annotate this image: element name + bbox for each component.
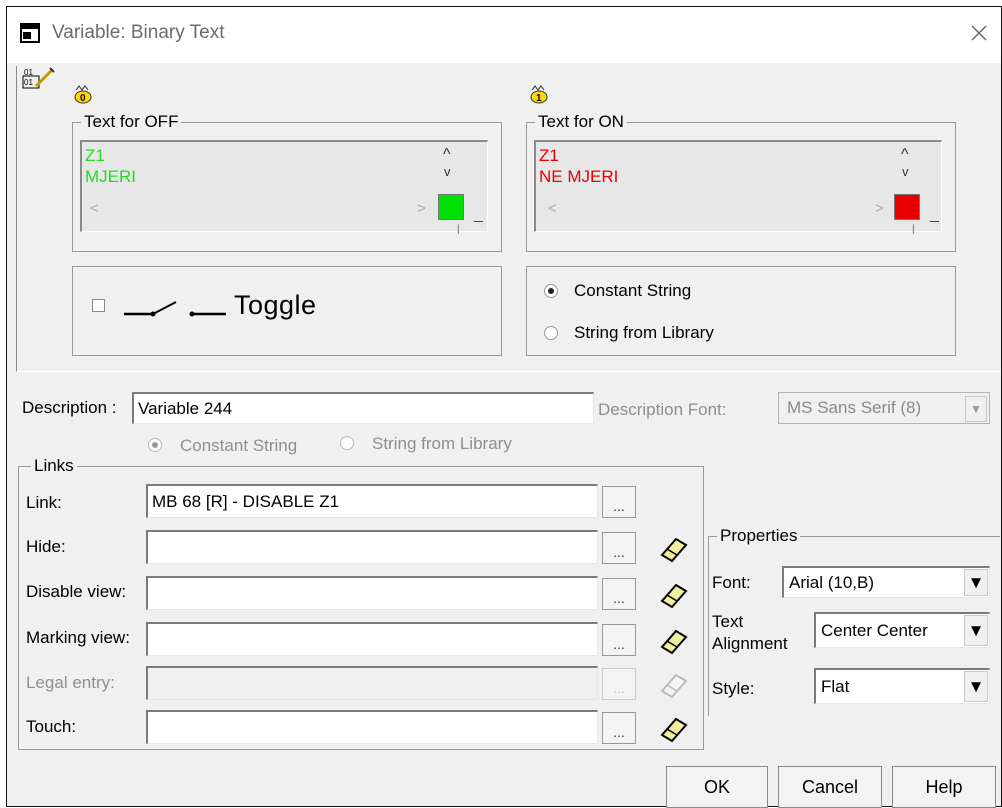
hide-label: Hide: (26, 537, 66, 556)
switch-symbol-icon (124, 301, 226, 317)
toggle-checkbox[interactable] (92, 299, 105, 312)
desc-library-label: String from Library (372, 434, 512, 453)
eraser-icon[interactable] (656, 533, 690, 563)
marking-view-label: Marking view: (26, 628, 130, 647)
desc-constant-label: Constant String (180, 436, 298, 455)
font-label: Font: (712, 573, 751, 592)
edit-binary-icon[interactable]: 01 01 (22, 66, 56, 94)
chevron-down-icon[interactable]: ▼ (964, 671, 988, 702)
svg-text:1: 1 (536, 93, 542, 104)
svg-text:0: 0 (80, 93, 86, 104)
cancel-button[interactable]: Cancel (778, 766, 882, 808)
ok-button[interactable]: OK (666, 766, 768, 808)
font-value: Arial (10,B) (789, 572, 875, 592)
scroll-up-icon[interactable]: ^ (443, 146, 451, 164)
disable-view-input[interactable] (146, 576, 598, 610)
off-color-swatch[interactable] (438, 194, 464, 220)
scroll-down-icon[interactable]: v (902, 164, 909, 179)
off-text-legend: Text for OFF (84, 112, 179, 131)
chevron-down-icon: ▼ (965, 396, 987, 422)
marking-view-input[interactable] (146, 622, 598, 656)
eraser-icon[interactable] (656, 625, 690, 655)
legal-entry-browse-button: ... (602, 668, 636, 700)
style-label: Style: (712, 679, 755, 698)
description-font-label: Description Font: (598, 400, 727, 419)
marking-view-browse-button[interactable]: ... (602, 624, 636, 656)
description-font-select: MS Sans Serif (8) ▼ (778, 392, 990, 424)
hide-input[interactable] (146, 530, 598, 564)
desc-library-radio (340, 436, 354, 450)
hide-browse-button[interactable]: ... (602, 532, 636, 564)
properties-legend: Properties (720, 526, 798, 545)
off-text-line-1: Z1 (85, 146, 105, 165)
constant-string-label: Constant String (574, 281, 692, 300)
link-label: Link: (26, 493, 62, 512)
legal-entry-label: Legal entry: (26, 673, 115, 692)
eraser-icon[interactable] (656, 713, 690, 743)
eraser-icon[interactable] (656, 579, 690, 609)
text-alignment-value: Center Center (821, 620, 928, 640)
eraser-icon (660, 673, 688, 699)
touch-label: Touch: (26, 717, 77, 736)
touch-browse-button[interactable]: ... (602, 712, 636, 744)
svg-text:01: 01 (24, 78, 33, 87)
library-string-label: String from Library (574, 323, 714, 342)
text-alignment-select[interactable]: Center Center ▼ (814, 612, 990, 648)
on-text-line-2: NE MJERI (539, 167, 619, 186)
disable-view-label: Disable view: (26, 582, 127, 601)
off-text-line-2: MJERI (85, 167, 136, 186)
help-button[interactable]: Help (892, 766, 996, 808)
close-icon[interactable] (966, 20, 992, 46)
legal-entry-input (146, 666, 598, 700)
off-text-box[interactable]: Z1 MJERI ^ v < > _ | (80, 140, 488, 235)
toggle-label: Toggle (234, 290, 317, 320)
app-icon (20, 23, 40, 43)
constant-string-radio[interactable] (544, 284, 558, 298)
text-alignment-label-1: Text (712, 612, 744, 631)
window-title: Variable: Binary Text (52, 22, 225, 43)
on-text-box[interactable]: Z1 NE MJERI ^ v < > _ | (534, 140, 942, 235)
style-select[interactable]: Flat ▼ (814, 668, 990, 704)
state-off-icon: 0 (74, 85, 92, 104)
links-legend: Links (34, 456, 74, 475)
style-value: Flat (821, 676, 850, 696)
scroll-right-icon[interactable]: > (875, 200, 884, 217)
scroll-up-icon[interactable]: ^ (901, 146, 909, 164)
text-alignment-label-2: Alignment (712, 634, 788, 653)
link-browse-button[interactable]: ... (602, 486, 636, 518)
touch-input[interactable] (146, 710, 598, 744)
description-label: Description : (22, 398, 117, 417)
state-on-icon: 1 (530, 85, 548, 104)
chevron-down-icon[interactable]: ▼ (964, 569, 988, 596)
description-input[interactable]: Variable 244 (132, 392, 594, 424)
font-select[interactable]: Arial (10,B) ▼ (782, 566, 990, 598)
link-input[interactable]: MB 68 [R] - DISABLE Z1 (146, 484, 598, 518)
disable-view-browse-button[interactable]: ... (602, 578, 636, 610)
library-string-radio[interactable] (544, 326, 558, 340)
scroll-left-icon[interactable]: < (90, 200, 99, 217)
desc-constant-radio (148, 438, 162, 452)
on-color-swatch[interactable] (894, 194, 920, 220)
description-font-value: MS Sans Serif (8) (787, 398, 922, 417)
scroll-right-icon[interactable]: > (417, 200, 426, 217)
scroll-down-icon[interactable]: v (444, 164, 451, 179)
scroll-left-icon[interactable]: < (548, 200, 557, 217)
on-text-line-1: Z1 (539, 146, 559, 165)
on-text-legend: Text for ON (538, 112, 624, 131)
chevron-down-icon[interactable]: ▼ (964, 615, 988, 646)
